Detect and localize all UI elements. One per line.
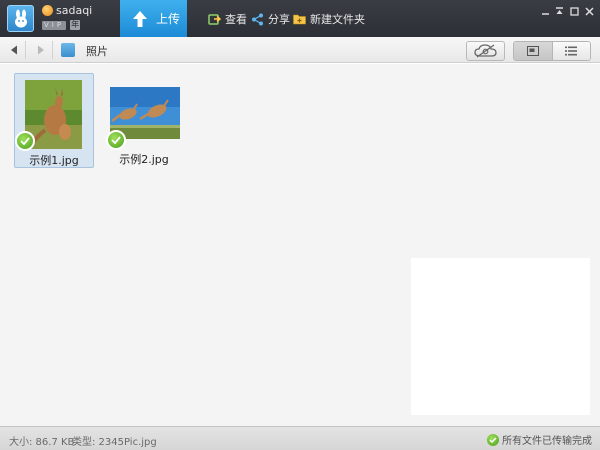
forward-button[interactable]	[36, 44, 46, 56]
uploaded-check-icon	[15, 131, 35, 151]
file-item[interactable]: 示例2.jpg	[104, 73, 184, 168]
list-view-button[interactable]	[551, 42, 590, 60]
rabbit-home-icon[interactable]	[61, 43, 75, 57]
file-type-text: 类型: 2345Pic.jpg	[72, 437, 157, 448]
list-view-icon	[565, 46, 578, 56]
uploaded-check-icon	[106, 130, 126, 150]
file-item[interactable]: 示例1.jpg	[14, 73, 94, 168]
close-button[interactable]	[583, 5, 596, 17]
thumbnail-view-icon	[526, 46, 539, 56]
thumbnail-view-button[interactable]	[514, 42, 552, 60]
back-arrow-icon	[11, 45, 17, 55]
view-icon	[208, 13, 221, 25]
view-label: 查看	[225, 13, 247, 26]
transfer-complete-icon	[487, 433, 499, 446]
share-icon	[252, 13, 263, 25]
close-icon	[585, 6, 594, 16]
user-status-icon	[42, 5, 53, 16]
upload-tab[interactable]: 上传	[120, 0, 187, 37]
share-label: 分享	[268, 13, 290, 26]
username[interactable]: sadaqi	[56, 4, 92, 17]
transfer-status-text: 所有文件已传输完成	[502, 436, 592, 447]
navigation-bar: 照片	[0, 37, 600, 63]
breadcrumb[interactable]: 照片	[86, 43, 108, 59]
upload-tab-label: 上传	[156, 12, 181, 26]
maximize-icon	[570, 6, 579, 16]
nav-divider	[52, 41, 53, 59]
up-arrow-icon	[133, 10, 147, 27]
restore-button[interactable]	[553, 5, 566, 17]
vip-badge: VIP	[42, 20, 67, 30]
transfer-status: 所有文件已传输完成	[487, 432, 592, 447]
view-mode-toggle	[513, 41, 591, 61]
restore-icon	[556, 6, 563, 14]
new-folder-icon	[293, 14, 306, 25]
file-size-text: 大小: 86.7 KB	[9, 437, 75, 448]
title-bar: sadaqi VIP 年 上传 查看 分享 新建文件夹	[0, 0, 600, 37]
status-bar: 大小: 86.7 KB 类型: 2345Pic.jpg 所有文件已传输完成	[0, 426, 600, 450]
view-button[interactable]: 查看	[208, 11, 247, 27]
sync-toggle-button[interactable]	[466, 41, 505, 61]
file-name: 示例1.jpg	[29, 154, 79, 167]
minimize-button[interactable]	[539, 5, 552, 17]
preview-panel	[411, 258, 590, 415]
rabbit-logo-icon[interactable]	[7, 5, 34, 32]
nav-divider	[25, 41, 26, 59]
maximize-button[interactable]	[568, 5, 581, 17]
minimize-icon	[542, 12, 549, 15]
new-folder-label: 新建文件夹	[310, 13, 365, 26]
file-name: 示例2.jpg	[119, 153, 169, 166]
user-info[interactable]: sadaqi VIP 年	[42, 4, 92, 30]
new-folder-button[interactable]: 新建文件夹	[293, 11, 365, 27]
year-badge: 年	[70, 20, 81, 30]
back-button[interactable]	[9, 44, 19, 56]
share-button[interactable]: 分享	[251, 11, 290, 27]
file-grid: 示例1.jpg 示例2.jpg	[0, 64, 600, 426]
forward-arrow-icon	[38, 45, 44, 55]
cloud-sync-icon	[473, 44, 497, 58]
